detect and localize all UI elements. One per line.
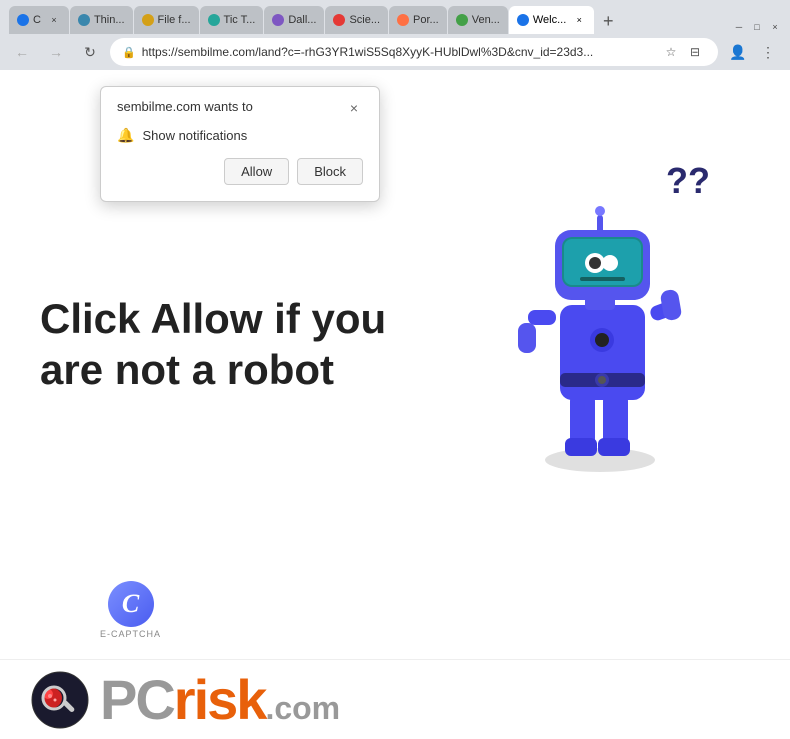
permission-popup: sembilme.com wants to × 🔔 Show notificat…	[100, 86, 380, 202]
tab-9-active[interactable]: Welc... ×	[509, 6, 594, 34]
tab-favicon	[333, 14, 345, 26]
browser-frame: C × Thin... File f... Tic T... Dall... S…	[0, 0, 790, 70]
tab-label: C	[33, 14, 41, 26]
popup-header: sembilme.com wants to ×	[117, 99, 363, 117]
robot-area: ??	[450, 140, 750, 490]
minimize-button[interactable]: ─	[732, 20, 746, 34]
tab-label: Tic T...	[224, 14, 256, 26]
tab-close-9[interactable]: ×	[572, 13, 586, 27]
ecaptcha-c-letter: C	[122, 589, 139, 619]
refresh-button[interactable]: ↻	[76, 38, 104, 66]
tab-favicon	[17, 14, 29, 26]
tab-favicon	[517, 14, 529, 26]
pcrisk-brand-text: PCrisk.com	[100, 667, 340, 732]
pc-text: PC	[100, 668, 174, 731]
tab-favicon	[272, 14, 284, 26]
pcrisk-badge-icon	[30, 670, 90, 730]
com-text: .com	[265, 690, 340, 726]
url-bar[interactable]: 🔒 https://sembilme.com/land?c=-rhG3YR1wi…	[110, 38, 718, 66]
tab-8[interactable]: Ven...	[448, 6, 508, 34]
popup-option-text: Show notifications	[142, 128, 247, 143]
maximize-button[interactable]: □	[750, 20, 764, 34]
tab-favicon	[397, 14, 409, 26]
tab-close-1[interactable]: ×	[47, 13, 61, 27]
popup-title: sembilme.com wants to	[117, 99, 253, 114]
popup-close-button[interactable]: ×	[345, 99, 363, 117]
tab-label: Por...	[413, 14, 439, 26]
tab-label: Ven...	[472, 14, 500, 26]
popup-option: 🔔 Show notifications	[117, 127, 363, 144]
lock-icon: 🔒	[122, 46, 136, 59]
tab-favicon	[456, 14, 468, 26]
webpage: sembilme.com wants to × 🔔 Show notificat…	[0, 70, 790, 659]
tab-1[interactable]: C ×	[9, 6, 69, 34]
tab-4[interactable]: Tic T...	[200, 6, 264, 34]
tab-favicon	[142, 14, 154, 26]
url-text: https://sembilme.com/land?c=-rhG3YR1wiS5…	[142, 45, 654, 59]
forward-button[interactable]: →	[42, 38, 70, 66]
tab-label: Thin...	[94, 14, 125, 26]
ecaptcha-label: E-CAPTCHA	[100, 629, 161, 639]
browser-menu-buttons: 👤 ⋮	[724, 38, 782, 66]
tab-label: Scie...	[349, 14, 380, 26]
robot-illustration	[490, 155, 710, 475]
close-window-button[interactable]: ×	[768, 20, 782, 34]
profile-button[interactable]: 👤	[724, 38, 752, 66]
block-button[interactable]: Block	[297, 158, 363, 185]
tab-favicon	[208, 14, 220, 26]
tab-6[interactable]: Scie...	[325, 6, 388, 34]
address-bar: ← → ↻ 🔒 https://sembilme.com/land?c=-rhG…	[0, 34, 790, 70]
main-text: Click Allow if you are not a robot	[40, 294, 450, 395]
question-marks: ??	[666, 160, 710, 202]
tab-favicon	[78, 14, 90, 26]
popup-buttons: Allow Block	[117, 158, 363, 185]
main-text-content: Click Allow if you are not a robot	[40, 295, 386, 392]
tab-5[interactable]: Dall...	[264, 6, 324, 34]
tabs-bar: C × Thin... File f... Tic T... Dall... S…	[0, 0, 790, 34]
bell-icon: 🔔	[117, 127, 134, 144]
tab-3[interactable]: File f...	[134, 6, 199, 34]
tab-label: Dall...	[288, 14, 316, 26]
tab-2[interactable]: Thin...	[70, 6, 133, 34]
ecaptcha-icon: C	[108, 581, 154, 627]
menu-button[interactable]: ⋮	[754, 38, 782, 66]
back-button[interactable]: ←	[8, 38, 36, 66]
ecaptcha-logo: C E-CAPTCHA	[100, 581, 161, 639]
pcrisk-footer: PCrisk.com	[0, 659, 790, 739]
tab-7[interactable]: Por...	[389, 6, 447, 34]
allow-button[interactable]: Allow	[224, 158, 289, 185]
tab-label: File f...	[158, 14, 191, 26]
new-tab-button[interactable]: +	[595, 8, 621, 34]
url-icons: ☆ ⊟	[660, 41, 706, 63]
tab-label: Welc...	[533, 14, 566, 26]
bookmark-icon[interactable]: ⊟	[684, 41, 706, 63]
star-icon[interactable]: ☆	[660, 41, 682, 63]
risk-text: risk	[174, 668, 266, 731]
